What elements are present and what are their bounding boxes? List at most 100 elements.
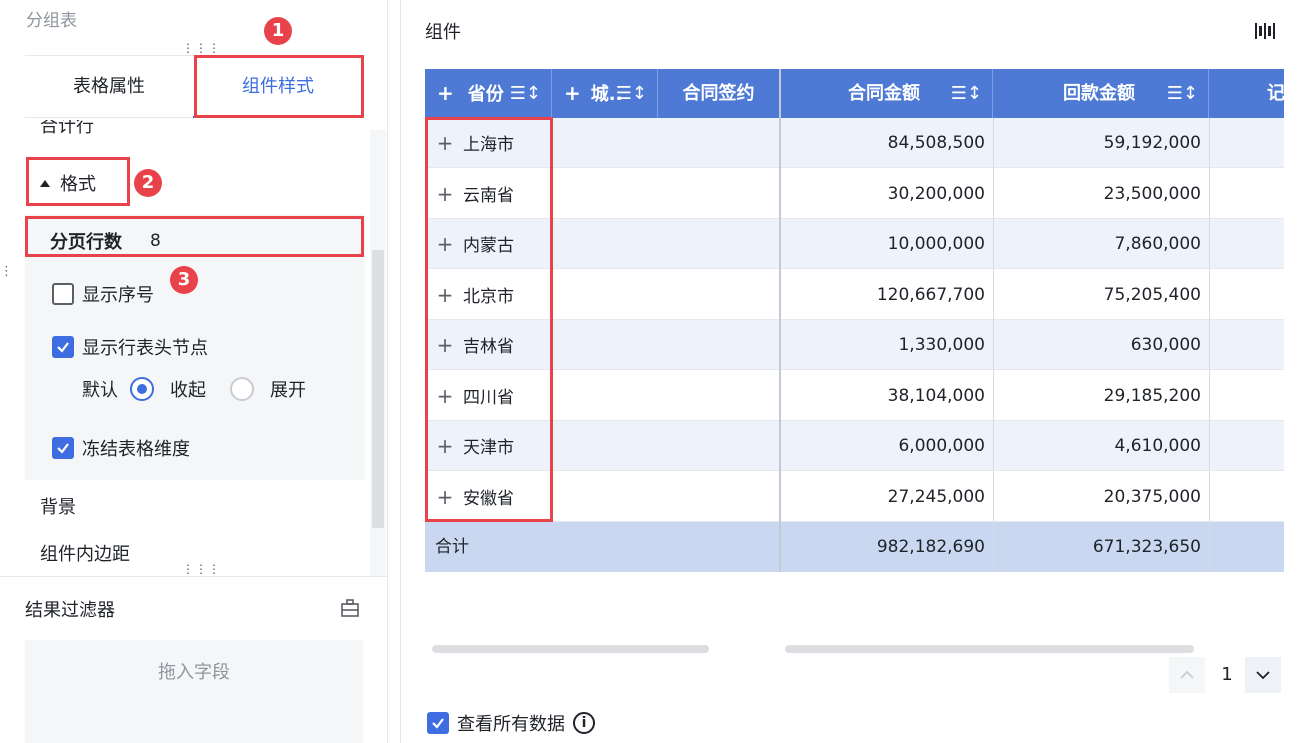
annotation-box-2 (26, 157, 130, 206)
radio-collapse-label: 收起 (170, 380, 206, 401)
frozen-hscrollbar[interactable] (432, 645, 709, 653)
tab-table-properties[interactable]: 表格属性 (25, 56, 193, 118)
table-row[interactable]: + 安徽省 27,245,000 20,375,000 (425, 471, 1284, 522)
table-total-row: 合计 982,182,690 671,323,650 (425, 522, 1284, 572)
show-all-data-label: 查看所有数据 (457, 714, 565, 735)
column-divider (993, 118, 994, 572)
show-row-header-option[interactable]: 显示行表头节点 (52, 334, 208, 360)
contract-amount-cell: 84,508,500 (887, 133, 985, 153)
header-contract-sign-label: 合同签约 (682, 83, 755, 104)
table-row[interactable]: + 天津市 6,000,000 4,610,000 (425, 421, 1284, 471)
plus-icon[interactable]: + (564, 81, 581, 105)
payment-amount-cell: 20,375,000 (1103, 486, 1201, 507)
check-icon (57, 342, 69, 353)
current-page: 1 (1221, 664, 1233, 685)
freeze-dimension-option[interactable]: 冻结表格维度 (52, 435, 190, 461)
drag-dots-icon[interactable]: ⋮⋮⋮ (182, 42, 221, 54)
header-province-label: 省份 (467, 84, 504, 105)
header-payment-amount[interactable]: 回款金额 ☰↕ (993, 69, 1209, 118)
frozen-divider (779, 69, 781, 572)
show-index-option[interactable]: 显示序号 (52, 281, 154, 307)
table-row[interactable]: + 四川省 38,104,000 29,185,200 (425, 370, 1284, 421)
barcode-icon[interactable] (1254, 20, 1276, 42)
contract-amount-cell: 6,000,000 (898, 436, 985, 456)
prev-page-button[interactable] (1169, 657, 1205, 693)
contract-amount-cell: 38,104,000 (887, 385, 985, 406)
table-row[interactable]: + 上海市 84,508,500 59,192,000 (425, 118, 1284, 168)
payment-amount-cell: 630,000 (1130, 335, 1201, 355)
header-record-label: 记 (1267, 83, 1284, 104)
table-row[interactable]: + 北京市 120,667,700 75,205,400 (425, 269, 1284, 320)
payment-amount-cell: 59,192,000 (1103, 133, 1201, 153)
component-preview: 组件 + 省份 ☰↕ + 城.. ☰↕ 合同签约 合同金额 ☰↕ 回款金额 ☰↕… (400, 0, 1310, 743)
group-table: + 省份 ☰↕ + 城.. ☰↕ 合同签约 合同金额 ☰↕ 回款金额 ☰↕ 记 + 上… (425, 69, 1284, 572)
drop-placeholder: 拖入字段 (158, 662, 230, 683)
main-hscrollbar[interactable] (785, 645, 1194, 653)
section-background-label: 背景 (40, 497, 76, 518)
sort-icon[interactable]: ☰↕ (616, 69, 647, 118)
info-icon[interactable]: i (573, 712, 595, 734)
contract-amount-cell: 30,200,000 (887, 183, 985, 204)
next-page-button[interactable] (1245, 657, 1281, 693)
contract-amount-cell: 27,245,000 (887, 486, 985, 507)
sort-icon[interactable]: ☰↕ (951, 69, 982, 118)
radio-expand-label: 展开 (270, 380, 306, 401)
chevron-up-icon (1180, 670, 1194, 679)
table-header: + 省份 ☰↕ + 城.. ☰↕ 合同签约 合同金额 ☰↕ 回款金额 ☰↕ 记 (425, 69, 1284, 118)
divider (0, 576, 388, 577)
header-record[interactable]: 记 (1209, 69, 1284, 118)
payment-amount-cell: 23,500,000 (1103, 183, 1201, 204)
sort-icon[interactable]: ☰↕ (1167, 69, 1198, 118)
contract-amount-cell: 120,667,700 (876, 284, 985, 305)
total-label: 合计 (435, 537, 469, 557)
component-title: 组件 (425, 22, 461, 43)
annotation-badge-3: 3 (170, 266, 198, 294)
group-title: 分组表 (26, 11, 77, 31)
section-subtotal-label: 合计行 (40, 120, 94, 137)
header-payment-amount-label: 回款金额 (1063, 83, 1135, 104)
default-label: 默认 (82, 380, 118, 401)
total-contract-amount: 982,182,690 (876, 537, 985, 557)
annotation-badge-1: 1 (264, 17, 292, 45)
radio-expand[interactable] (230, 377, 254, 401)
radio-collapse[interactable] (130, 377, 154, 401)
contract-amount-cell: 10,000,000 (887, 234, 985, 254)
header-province[interactable]: + 省份 ☰↕ (425, 69, 552, 118)
sort-icon[interactable]: ☰↕ (510, 69, 541, 118)
section-subtotal[interactable]: 合计行 (40, 120, 94, 138)
show-index-label: 显示序号 (82, 285, 154, 306)
table-row[interactable]: + 内蒙古 10,000,000 7,860,000 (425, 219, 1284, 269)
show-row-header-checkbox[interactable] (52, 336, 74, 358)
header-contract-sign[interactable]: 合同签约 (658, 69, 780, 118)
drag-dots-icon[interactable]: ⋮⋮⋮ (182, 563, 221, 575)
contract-amount-cell: 1,330,000 (898, 335, 985, 355)
total-payment-amount: 671,323,650 (1092, 537, 1201, 557)
show-all-data-checkbox[interactable] (427, 712, 449, 734)
section-padding[interactable]: 组件内边距 (40, 540, 447, 566)
table-row[interactable]: + 吉林省 1,330,000 630,000 (425, 320, 1284, 370)
header-city[interactable]: + 城.. ☰↕ (552, 69, 658, 118)
payment-amount-cell: 7,860,000 (1114, 234, 1201, 254)
settings-scrollbar-thumb[interactable] (372, 250, 384, 528)
filter-drop-zone[interactable]: 拖入字段 (25, 640, 363, 743)
column-divider (1209, 118, 1210, 572)
payment-amount-cell: 75,205,400 (1103, 284, 1201, 305)
annotation-box-province-column (425, 117, 553, 522)
table-row[interactable]: + 云南省 30,200,000 23,500,000 (425, 168, 1284, 219)
show-row-header-label: 显示行表头节点 (82, 338, 208, 359)
header-contract-amount[interactable]: 合同金额 ☰↕ (780, 69, 993, 118)
row-header-mode: 默认 收起 展开 (82, 376, 306, 402)
panel-resize-handle[interactable]: ⋮ (0, 265, 13, 294)
result-filter-title: 结果过滤器 (25, 600, 115, 621)
section-background[interactable]: 背景 (40, 493, 447, 519)
payment-amount-cell: 4,610,000 (1114, 436, 1201, 456)
properties-panel: ⋮ 分组表 ⋮⋮⋮ 表格属性 组件样式 1 合计行 格式 2 分页行数 8 3 … (0, 0, 447, 743)
section-subtotal-clip: 合计行 (25, 120, 369, 142)
show-all-data-option[interactable]: 查看所有数据 i (427, 710, 595, 736)
freeze-dimension-checkbox[interactable] (52, 437, 74, 459)
show-index-checkbox[interactable] (52, 283, 74, 305)
plus-icon[interactable]: + (437, 81, 454, 105)
annotation-box-1 (194, 55, 364, 118)
check-icon (57, 443, 69, 454)
filter-settings-icon[interactable] (340, 598, 360, 618)
